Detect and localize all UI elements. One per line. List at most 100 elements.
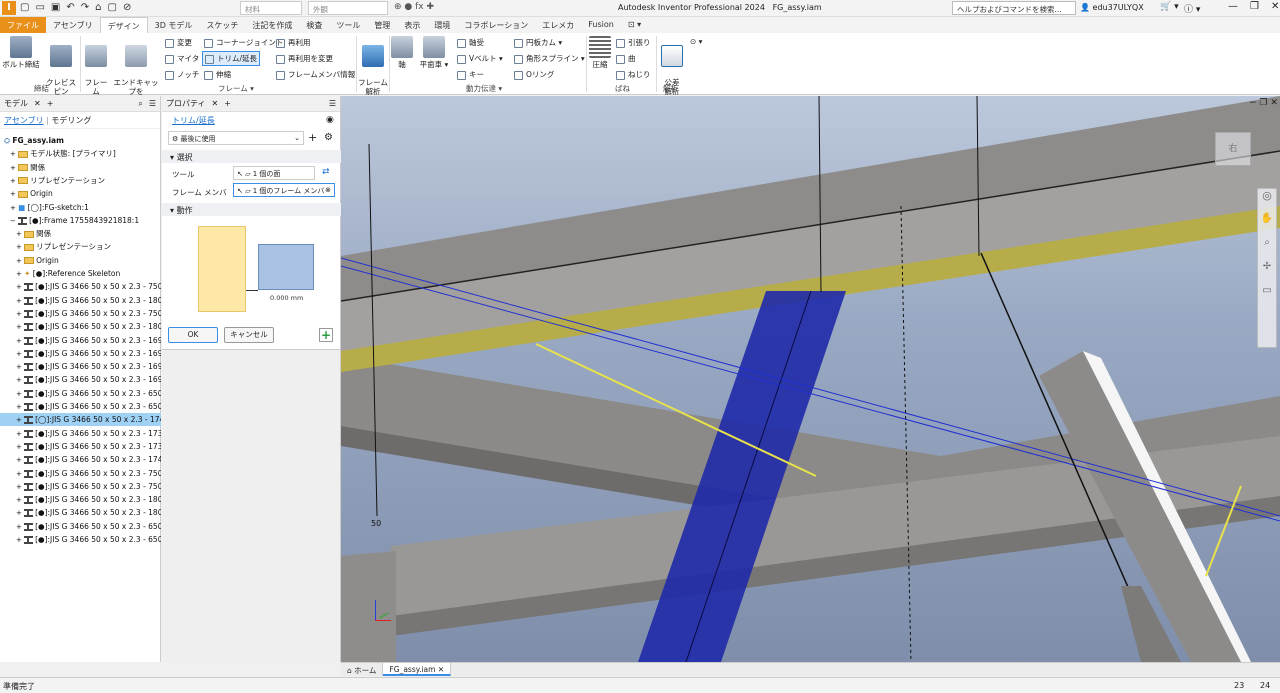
ribbon-tab[interactable]: 注記を作成 xyxy=(245,17,299,33)
tree-node[interactable]: + [●]:JIS G 3466 50 x 50 x 2.3 - 1692: xyxy=(0,360,161,373)
appearance-combo[interactable]: 外観 xyxy=(308,1,388,15)
orbit-icon[interactable]: ✢ xyxy=(1258,261,1276,285)
ribbon-tab[interactable]: 表示 xyxy=(397,17,427,33)
tree-node[interactable]: + [◯]:JIS G 3466 50 x 50 x 2.3 - 1743: xyxy=(0,413,161,427)
expand-icon[interactable]: + xyxy=(16,230,24,238)
expand-icon[interactable]: + xyxy=(10,150,18,158)
expand-icon[interactable]: + xyxy=(16,363,24,371)
tree-node[interactable]: + [●]:JIS G 3466 50 x 50 x 2.3 - 650:4 xyxy=(0,400,161,413)
open-icon[interactable]: ▭ xyxy=(35,2,44,13)
visibility-icon[interactable]: ◉ xyxy=(326,115,334,125)
view-face-icon[interactable]: ▭ xyxy=(1258,285,1276,309)
undo-icon[interactable]: ↶ xyxy=(66,2,74,13)
group-frame[interactable]: フレーム ▾ xyxy=(218,83,254,94)
zoom-icon[interactable]: ⌕ xyxy=(1258,237,1276,261)
3d-viewport[interactable]: 50 右 ◎ ✋ ⌕ ✢ ▭ − ❐ ✕ xyxy=(341,96,1280,662)
tree-node[interactable]: + [●]:JIS G 3466 50 x 50 x 2.3 - 750:5 xyxy=(0,467,161,480)
tree-node[interactable]: + [●]:JIS G 3466 50 x 50 x 2.3 - 1800: xyxy=(0,294,161,307)
tree-node[interactable]: + [●]:JIS G 3466 50 x 50 x 2.3 - 1732: xyxy=(0,440,161,453)
ok-button[interactable]: OK xyxy=(168,327,218,343)
tree-node[interactable]: + ■ [◯]:FG-sketch:1 xyxy=(0,201,161,214)
spur-gear-button[interactable]: 平歯車 ▾ xyxy=(418,36,450,69)
expand-icon[interactable]: + xyxy=(16,470,24,478)
corner-joint-button[interactable]: コーナージョイント xyxy=(204,37,283,48)
ribbon-tab[interactable]: ツール xyxy=(329,17,367,33)
flip-icon[interactable]: ⇄ xyxy=(322,167,330,177)
restore-icon[interactable]: ❐ xyxy=(1250,1,1259,12)
bearing-button[interactable]: 軸受 xyxy=(457,37,484,48)
disc-cam-button[interactable]: 円板カム ▾ xyxy=(514,37,562,48)
ribbon-tab[interactable]: 環境 xyxy=(427,17,457,33)
expand-icon[interactable]: + xyxy=(16,283,24,291)
tree-node[interactable]: + [●]:JIS G 3466 50 x 50 x 2.3 - 750:1 xyxy=(0,280,161,293)
cart-icon[interactable]: 🛒 ▾ xyxy=(1160,2,1179,12)
clear-icon[interactable]: ⊗ xyxy=(325,186,331,194)
add-preset-icon[interactable]: + xyxy=(308,131,317,144)
lengthen-button[interactable]: 伸縮 xyxy=(204,69,231,80)
tree-node[interactable]: + [●]:JIS G 3466 50 x 50 x 2.3 - 1800: xyxy=(0,506,161,519)
expand-icon[interactable]: − xyxy=(10,217,18,225)
tree-node[interactable]: + [●]:JIS G 3466 50 x 50 x 2.3 - 650:8 xyxy=(0,533,161,546)
expand-icon[interactable]: + xyxy=(10,164,18,172)
tab-model[interactable]: モデル xyxy=(4,98,28,109)
tree-node[interactable]: + [●]:JIS G 3466 50 x 50 x 2.3 - 1800: xyxy=(0,493,161,506)
group-power[interactable]: 動力伝達 ▾ xyxy=(466,83,502,94)
change-button[interactable]: 変更 xyxy=(165,37,192,48)
expand-icon[interactable]: + xyxy=(16,297,24,305)
expand-icon[interactable]: + xyxy=(16,390,24,398)
miter-button[interactable]: マイタ xyxy=(165,53,199,64)
expand-icon[interactable]: + xyxy=(16,337,24,345)
add-tab-icon[interactable]: + xyxy=(224,99,231,108)
expand-icon[interactable]: + xyxy=(10,204,18,212)
expand-icon[interactable]: + xyxy=(16,536,24,544)
tree-node[interactable]: + [●]:JIS G 3466 50 x 50 x 2.3 - 650:7 xyxy=(0,520,161,533)
tree-node[interactable]: + [●]:JIS G 3466 50 x 50 x 2.3 - 1732: xyxy=(0,427,161,440)
command-link[interactable]: トリム/延長 xyxy=(172,115,215,126)
ribbon-toggle-icon[interactable]: ⊡ ▾ xyxy=(621,17,648,33)
reuse-button[interactable]: 再利用 xyxy=(276,37,311,48)
tool-selector[interactable]: ↖ ▱ 1 個の面 xyxy=(233,166,315,180)
close-icon[interactable]: ✕ xyxy=(1271,1,1279,12)
expand-icon[interactable]: + xyxy=(16,523,24,531)
tree-node[interactable]: + [●]:JIS G 3466 50 x 50 x 2.3 - 1692: xyxy=(0,347,161,360)
expand-icon[interactable]: + xyxy=(16,403,24,411)
expand-icon[interactable]: + xyxy=(16,243,24,251)
select-icon[interactable]: ▢ xyxy=(108,2,117,13)
ribbon-options-icon[interactable]: ⊙ ▾ xyxy=(690,37,702,46)
help-search-input[interactable]: ヘルプおよびコマンドを検索... xyxy=(952,1,1076,15)
expand-icon[interactable]: + xyxy=(16,270,24,278)
steering-wheel-icon[interactable]: ◎ xyxy=(1258,189,1276,213)
trim-extend-button[interactable]: トリム/延長 xyxy=(202,51,261,66)
cancel-button[interactable]: キャンセル xyxy=(224,327,274,343)
ribbon-tab[interactable]: エレメカ xyxy=(535,17,581,33)
app-logo[interactable]: I xyxy=(2,1,16,15)
v-belt-button[interactable]: Vベルト ▾ xyxy=(457,53,503,64)
ribbon-tab[interactable]: アセンブリ xyxy=(46,17,100,33)
expand-icon[interactable]: + xyxy=(10,177,18,185)
dimension-label[interactable]: 50 xyxy=(371,519,381,528)
tension-button[interactable]: 引張り xyxy=(616,37,651,48)
tree-node[interactable]: + Origin xyxy=(0,187,161,200)
tree-node[interactable]: + Origin xyxy=(0,254,161,267)
tree-node[interactable]: − [●]:Frame 1755843921818:1 xyxy=(0,214,161,227)
pan-icon[interactable]: ✋ xyxy=(1258,213,1276,237)
minimize-icon[interactable]: — xyxy=(1228,1,1238,12)
tree-node[interactable]: + [●]:JIS G 3466 50 x 50 x 2.3 - 750:6 xyxy=(0,480,161,493)
add-tab-icon[interactable]: + xyxy=(47,99,54,108)
update-icon[interactable]: ⊘ xyxy=(123,2,131,13)
viewport-controls[interactable]: − ❐ ✕ xyxy=(1249,98,1278,108)
square-spline-button[interactable]: 角形スプライン ▾ xyxy=(514,53,585,64)
ribbon-tab[interactable]: Fusion xyxy=(581,17,621,33)
material-combo[interactable]: 材料 xyxy=(240,1,302,15)
tree-node[interactable]: + [●]:JIS G 3466 50 x 50 x 2.3 - 1692: xyxy=(0,373,161,386)
expand-icon[interactable]: + xyxy=(16,376,24,384)
expand-icon[interactable]: + xyxy=(16,416,24,424)
bolt-button[interactable]: ボルト締結 xyxy=(2,36,40,69)
tree-node[interactable]: + [●]:JIS G 3466 50 x 50 x 2.3 - 1692: xyxy=(0,334,161,347)
end-cap-button[interactable]: エンドキャップを 挿入 xyxy=(112,36,160,105)
section-select[interactable]: ▾ 選択 xyxy=(162,150,341,163)
compression-button[interactable]: 圧縮 xyxy=(588,36,612,69)
tab-properties[interactable]: プロパティ xyxy=(166,98,206,109)
frame-member-info-button[interactable]: フレームメンバ情報 xyxy=(276,69,355,80)
document-tab[interactable]: FG_assy.iam ✕ xyxy=(383,663,452,676)
